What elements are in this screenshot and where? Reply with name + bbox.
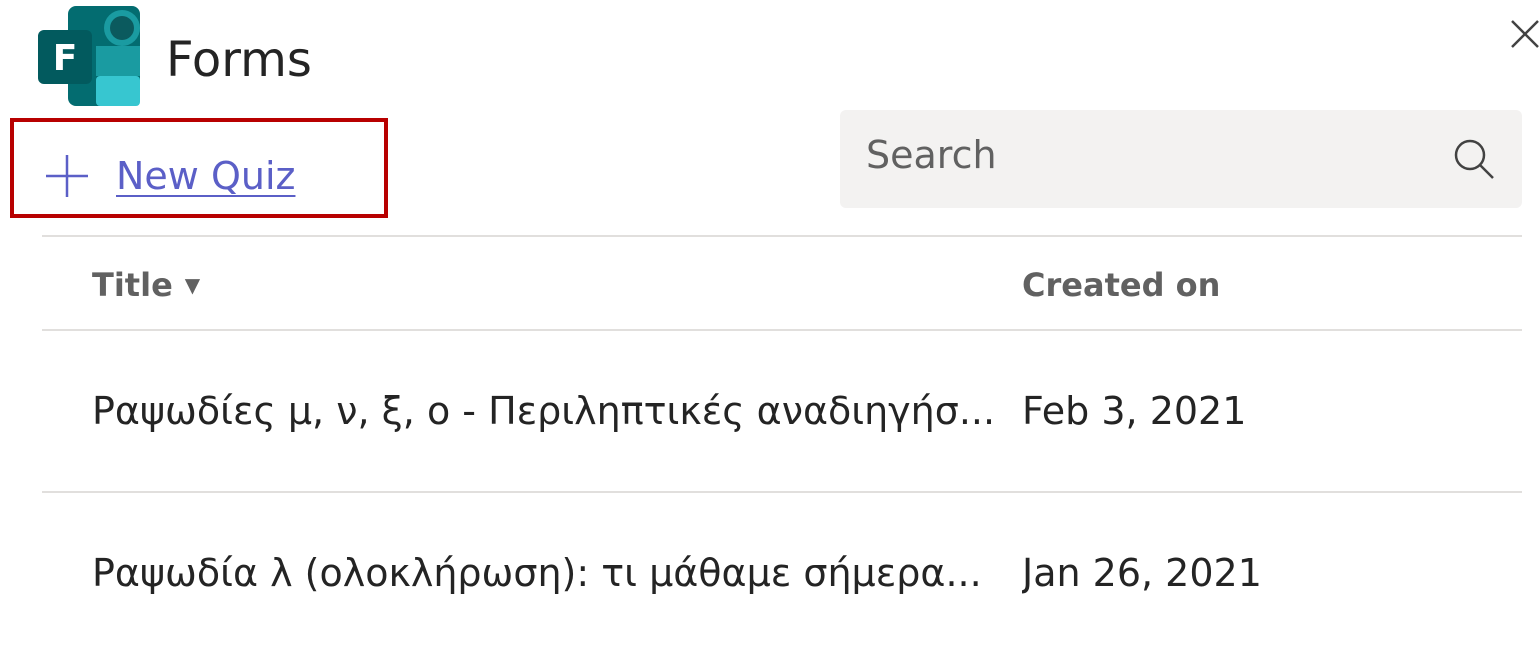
column-header-title[interactable]: Title ▼: [92, 266, 200, 304]
row-created-on: Jan 26, 2021: [1022, 551, 1262, 595]
search-input[interactable]: [866, 133, 1452, 177]
search-icon[interactable]: [1452, 137, 1496, 181]
column-header-created-on-label: Created on: [1022, 266, 1221, 304]
logo-letter: F: [53, 38, 78, 79]
sort-descending-icon: ▼: [184, 273, 201, 297]
new-quiz-label[interactable]: New Quiz: [116, 154, 295, 198]
row-created-on: Feb 3, 2021: [1022, 389, 1247, 433]
app-title: Forms: [166, 32, 312, 88]
close-icon[interactable]: [1508, 17, 1540, 51]
divider: [42, 235, 1522, 237]
table-row[interactable]: Ραψωδία λ (ολοκλήρωση): τι μάθαμε σήμερα…: [42, 493, 1522, 645]
forms-panel: F Forms New Quiz Title ▼ Created on Ραψω…: [0, 0, 1540, 645]
row-title: Ραψωδίες μ, ν, ξ, ο - Περιληπτικές αναδι…: [92, 389, 992, 433]
column-header-created-on[interactable]: Created on: [1022, 266, 1220, 304]
new-quiz-button[interactable]: New Quiz: [44, 146, 295, 206]
column-header-title-label: Title: [92, 266, 173, 304]
table-row[interactable]: Ραψωδίες μ, ν, ξ, ο - Περιληπτικές αναδι…: [42, 331, 1522, 491]
row-title: Ραψωδία λ (ολοκλήρωση): τι μάθαμε σήμερα…: [92, 551, 982, 595]
search-box[interactable]: [840, 110, 1522, 208]
plus-icon: [46, 155, 88, 197]
forms-logo-icon: F: [38, 6, 140, 106]
